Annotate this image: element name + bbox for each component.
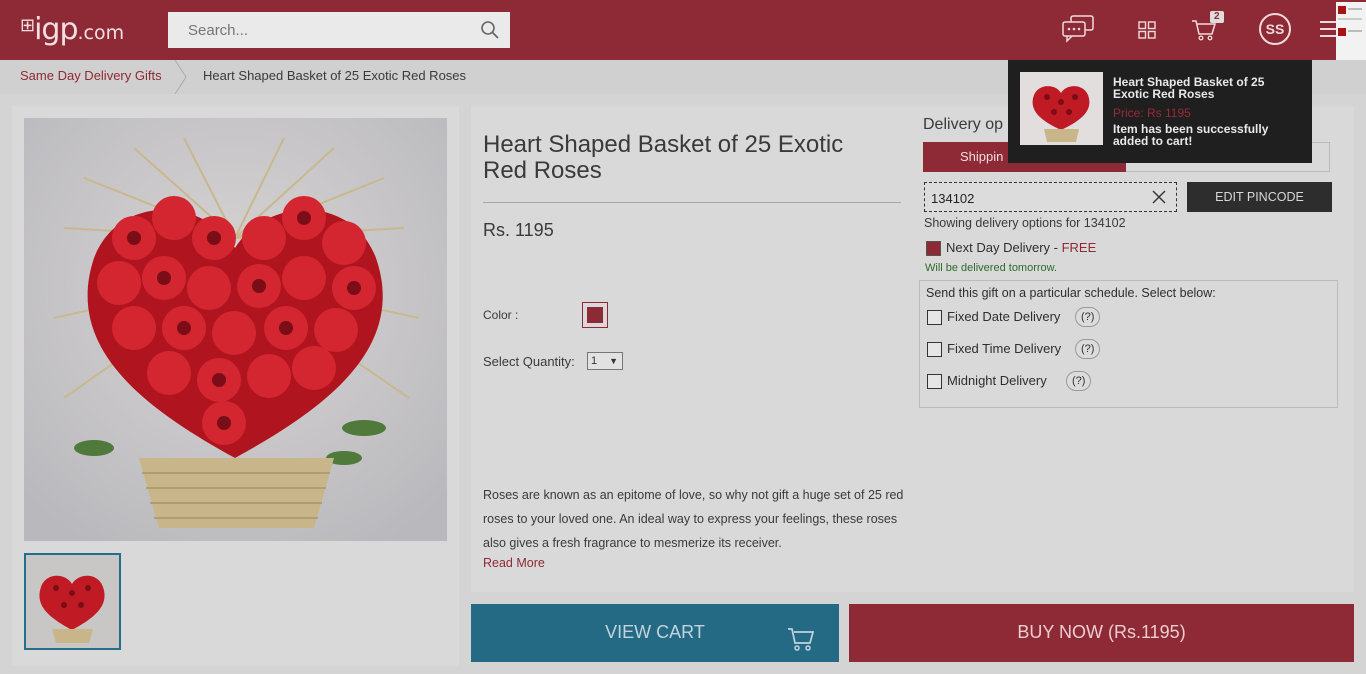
screenshot-preview-thumbnail (1336, 2, 1366, 64)
delivery-options-title: Delivery op (923, 116, 1004, 133)
toast-product-image (1020, 72, 1103, 145)
product-details-panel: Heart Shaped Basket of 25 Exotic Red Ros… (471, 106, 1354, 592)
product-title: Heart Shaped Basket of 25 Exotic Red Ros… (483, 131, 844, 184)
next-day-delivery-label: Next Day Delivery - FREE (946, 240, 1096, 255)
cart-icon[interactable] (1191, 19, 1217, 46)
fixed-date-help-icon[interactable]: (?) (1075, 307, 1101, 327)
midnight-help-icon[interactable]: (?) (1066, 371, 1092, 391)
next-day-label-text: Next Day Delivery (946, 240, 1051, 255)
next-day-price: FREE (1061, 240, 1097, 255)
color-swatch-red[interactable] (582, 302, 608, 328)
product-main-image[interactable] (24, 118, 447, 541)
product-price: Rs. 1195 (483, 220, 554, 240)
grid-icon[interactable] (1138, 21, 1156, 44)
product-description: Roses are known as an epitome of love, s… (483, 488, 904, 550)
search-box (168, 12, 510, 48)
site-logo[interactable]: ⊞igp.com (20, 12, 124, 47)
menu-icon[interactable] (1320, 21, 1336, 42)
dropdown-arrow-icon: ▼ (609, 356, 618, 366)
clear-pincode-icon[interactable] (1152, 190, 1166, 209)
quantity-value: 1 (591, 355, 598, 367)
search-input[interactable] (168, 12, 468, 48)
view-cart-label: VIEW CART (605, 622, 705, 642)
user-avatar[interactable]: SS (1259, 13, 1291, 45)
top-header: ⊞igp.com 2 SS (0, 0, 1366, 60)
toast-price: Price: Rs 1195 (1113, 106, 1191, 120)
midnight-checkbox[interactable] (927, 374, 942, 389)
midnight-label: Midnight Delivery (947, 373, 1047, 388)
gift-icon: ⊞ (20, 15, 35, 36)
product-gallery (12, 106, 459, 666)
color-label: Color : (483, 308, 519, 322)
cart-icon (787, 618, 815, 674)
pincode-field[interactable]: 134102 (924, 182, 1177, 212)
view-cart-button[interactable]: VIEW CART (471, 604, 839, 662)
chat-icon[interactable] (1061, 14, 1095, 49)
added-to-cart-toast: Heart Shaped Basket of 25 Exotic Red Ros… (1008, 60, 1312, 163)
fixed-time-checkbox[interactable] (927, 342, 942, 357)
fixed-date-label: Fixed Date Delivery (947, 309, 1061, 324)
breadcrumb-link-same-day[interactable]: Same Day Delivery Gifts (20, 68, 162, 83)
fixed-time-help-icon[interactable]: (?) (1075, 339, 1101, 359)
cart-count-badge: 2 (1210, 11, 1224, 23)
title-divider (483, 202, 901, 203)
edit-pincode-button[interactable]: EDIT PINCODE (1187, 182, 1332, 212)
schedule-title: Send this gift on a particular schedule.… (926, 286, 1216, 300)
breadcrumb-current: Heart Shaped Basket of 25 Exotic Red Ros… (203, 68, 467, 83)
delivery-eta-note: Will be delivered tomorrow. (925, 262, 1058, 274)
search-icon[interactable] (480, 20, 500, 45)
breadcrumb-chevron-icon (172, 59, 188, 97)
delivery-options-info: Showing delivery options for 134102 (924, 216, 1126, 230)
fixed-time-label: Fixed Time Delivery (947, 341, 1062, 356)
next-day-separator: - (1050, 240, 1062, 255)
toast-message: Item has been successfully added to cart… (1113, 122, 1269, 148)
toast-product-name: Heart Shaped Basket of 25 Exotic Red Ros… (1113, 75, 1265, 101)
product-thumbnail[interactable] (24, 553, 121, 650)
logo-domain: .com (77, 22, 125, 44)
read-more-link[interactable]: Read More (483, 556, 545, 570)
quantity-label: Select Quantity: (483, 354, 575, 369)
logo-text: igp (34, 12, 78, 47)
fixed-date-checkbox[interactable] (927, 310, 942, 325)
buy-now-button[interactable]: BUY NOW (Rs.1195) (849, 604, 1354, 662)
schedule-options-box: Send this gift on a particular schedule.… (919, 280, 1338, 408)
quantity-select[interactable]: 1 ▼ (587, 352, 623, 370)
next-day-delivery-radio[interactable] (926, 241, 941, 256)
